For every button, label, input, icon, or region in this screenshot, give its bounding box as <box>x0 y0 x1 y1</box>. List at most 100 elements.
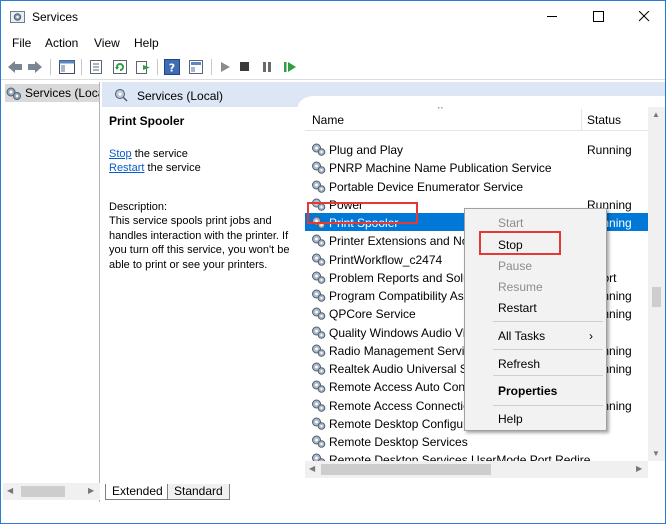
menu-item-restart[interactable]: Restart <box>498 301 537 315</box>
menu-file[interactable]: File <box>12 36 31 50</box>
tab-standard[interactable]: Standard <box>167 484 230 500</box>
gear-icon <box>312 253 326 266</box>
stop-service-link[interactable]: Stop <box>109 148 132 160</box>
stop-suffix: the service <box>131 147 188 160</box>
svg-text:?: ? <box>169 62 175 75</box>
scroll-thumb[interactable] <box>652 287 661 307</box>
column-divider[interactable] <box>581 109 582 131</box>
forward-icon[interactable] <box>26 58 44 76</box>
search-icon <box>115 89 128 102</box>
service-description: This service spools print jobs and handl… <box>109 215 290 271</box>
tab-extended[interactable]: Extended <box>105 484 170 500</box>
service-name: PNRP Machine Name Publication Service <box>329 161 552 176</box>
tree-item-services-local[interactable]: Services (Local) <box>5 84 99 102</box>
gear-icon <box>312 180 326 193</box>
menu-item-pause[interactable]: Pause <box>498 259 532 273</box>
menu-item-start[interactable]: Start <box>498 216 523 230</box>
menu-view[interactable]: View <box>94 36 120 50</box>
restart-service-link[interactable]: Restart <box>109 162 144 174</box>
service-title: Print Spooler <box>109 114 185 128</box>
play-icon[interactable] <box>216 58 234 76</box>
close-button[interactable] <box>621 1 665 32</box>
scroll-left-icon[interactable]: ◀ <box>7 486 13 495</box>
pause-icon[interactable] <box>258 58 276 76</box>
menu-item-refresh[interactable]: Refresh <box>498 357 540 371</box>
scroll-down-icon[interactable]: ▼ <box>652 449 660 458</box>
gear-icon <box>312 435 326 448</box>
tree-horizontal-scrollbar[interactable]: ◀ ▶ <box>3 483 100 500</box>
gear-icon <box>312 380 326 394</box>
list-horizontal-scrollbar[interactable]: ◀ ▶ <box>305 461 648 478</box>
gear-icon <box>312 399 326 412</box>
menu-separator <box>493 321 603 322</box>
service-name: Remote Desktop Services UserMode Port Re… <box>329 453 601 461</box>
services-icon <box>6 87 21 100</box>
restart-icon[interactable] <box>281 58 299 76</box>
scroll-left-icon[interactable]: ◀ <box>309 464 315 473</box>
toolbar-separator <box>50 59 51 75</box>
table-row[interactable]: Plug and Play Running <box>305 140 648 158</box>
window-title: Services <box>32 10 79 24</box>
maximize-button[interactable] <box>575 1 621 32</box>
menu-separator <box>493 375 603 376</box>
toolbar-separator <box>157 59 158 75</box>
table-row[interactable]: PNRP Machine Name Publication Service <box>305 158 648 176</box>
tree-item-label: Services (Local) <box>25 86 99 100</box>
help-icon[interactable]: ? <box>163 58 181 76</box>
scroll-right-icon[interactable]: ▶ <box>636 464 642 473</box>
menu-help[interactable]: Help <box>134 36 159 50</box>
gear-icon <box>10 10 25 24</box>
snapin-icon[interactable] <box>187 58 205 76</box>
gear-icon <box>312 161 326 175</box>
list-header: ^ Name Status <box>305 107 648 131</box>
minimize-button[interactable] <box>529 1 575 32</box>
restart-suffix: the service <box>144 162 201 174</box>
service-name: Portable Device Enumerator Service <box>329 179 524 194</box>
gear-icon <box>312 289 326 302</box>
show-hide-tree-icon[interactable] <box>58 58 76 76</box>
scroll-thumb[interactable] <box>321 464 491 475</box>
service-name: Plug and Play <box>329 143 404 157</box>
menu-item-properties[interactable]: Properties <box>498 384 557 398</box>
gear-icon <box>312 271 326 284</box>
toolbar-separator <box>81 59 82 75</box>
chevron-right-icon: › <box>589 329 593 343</box>
menu-action[interactable]: Action <box>45 36 78 50</box>
column-status[interactable]: Status <box>587 113 621 127</box>
gear-icon <box>312 417 326 430</box>
list-vertical-scrollbar[interactable]: ▲ ▼ <box>648 107 665 461</box>
menu-item-help[interactable]: Help <box>498 412 523 426</box>
menu-bar: File Action View Help <box>1 32 665 54</box>
view-tabs: Extended Standard <box>101 483 665 502</box>
table-row[interactable]: Remote Desktop Services UserMode Port Re… <box>305 450 648 461</box>
gear-icon <box>312 234 326 248</box>
stop-icon[interactable] <box>236 58 254 76</box>
service-details: Print Spooler Stop the service Restart t… <box>109 114 299 272</box>
scroll-right-icon[interactable]: ▶ <box>88 486 94 495</box>
service-name: QPCore Service <box>329 307 416 322</box>
scroll-up-icon[interactable]: ▲ <box>652 110 660 119</box>
service-name: Radio Management Service <box>329 343 478 358</box>
gear-icon <box>312 362 326 375</box>
pane-header: Services (Local) <box>102 82 665 112</box>
column-name[interactable]: Name <box>312 113 344 127</box>
refresh-icon[interactable] <box>111 58 129 76</box>
gear-icon <box>312 307 326 321</box>
service-name: Remote Desktop Services <box>329 435 468 449</box>
table-row[interactable]: Portable Device Enumerator Service <box>305 177 648 195</box>
service-name: PrintWorkflow_c2474 <box>329 252 443 267</box>
menu-item-resume[interactable]: Resume <box>498 280 543 294</box>
menu-separator <box>493 405 603 406</box>
highlight-box <box>307 202 418 224</box>
scroll-thumb[interactable] <box>21 486 65 497</box>
gear-icon <box>312 326 326 339</box>
service-status: Running <box>587 143 632 157</box>
menu-item-all-tasks[interactable]: All Tasks <box>498 329 545 343</box>
table-row[interactable]: Remote Desktop Services <box>305 432 648 450</box>
properties-icon[interactable] <box>87 58 105 76</box>
back-icon[interactable] <box>6 58 24 76</box>
toolbar: ? <box>1 54 665 80</box>
export-icon[interactable] <box>134 58 152 76</box>
gear-icon <box>312 453 326 461</box>
title-bar: Services <box>1 1 665 32</box>
